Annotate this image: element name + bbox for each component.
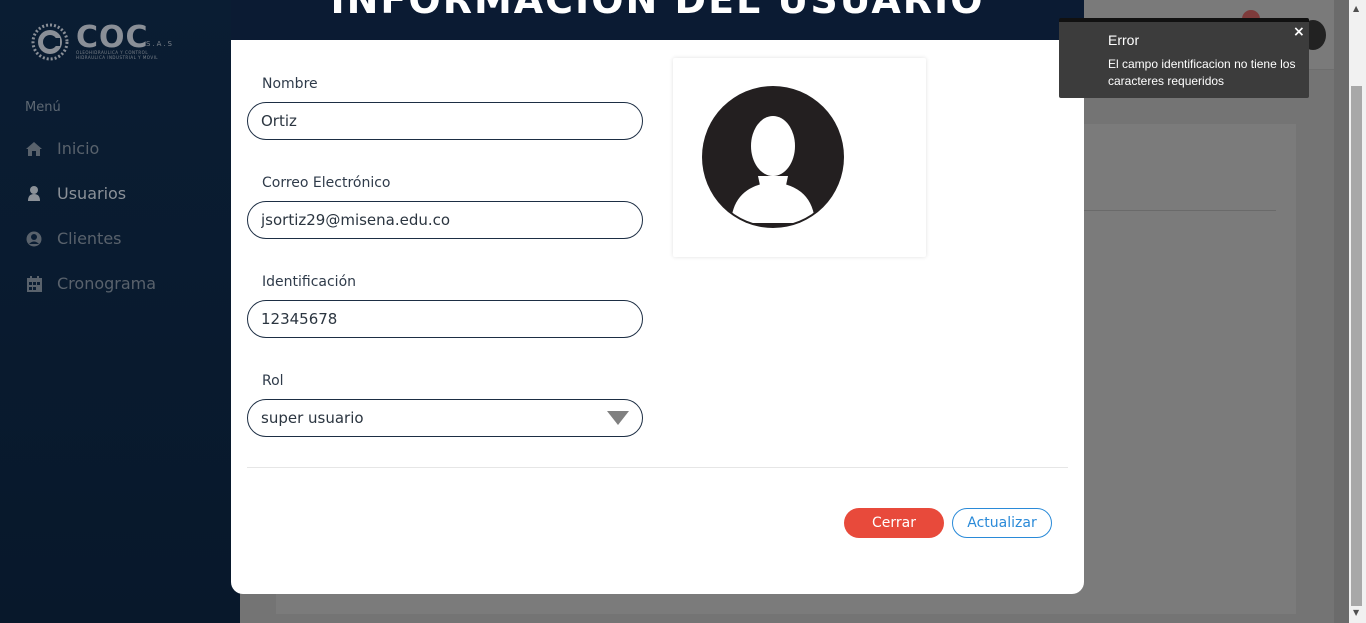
user-info-modal: INFORMACIÓN DEL USUARIO Nombre Correo El… [231, 0, 1084, 594]
user-icon [25, 185, 43, 203]
toast-message: El campo identificacion no tiene los car… [1108, 57, 1296, 88]
sidebar-item-label: Usuarios [57, 184, 127, 203]
profile-photo-card [673, 58, 926, 257]
sidebar-item-cronograma[interactable]: Cronograma [25, 274, 156, 293]
scroll-up-icon[interactable]: ▲ [1353, 4, 1359, 13]
rol-label: Rol [262, 373, 284, 389]
scroll-thumb[interactable] [1351, 86, 1362, 606]
sidebar-item-inicio[interactable]: Inicio [25, 139, 99, 158]
close-button[interactable]: Cerrar [844, 508, 944, 538]
sidebar-item-clientes[interactable]: Clientes [25, 229, 122, 248]
logo-subtitle-2: HIDRAULICA INDUSTRIAL Y MOVIL [76, 55, 159, 60]
menu-label: Menú [25, 100, 61, 115]
modal-divider [247, 467, 1068, 468]
logo-gear-icon [31, 23, 69, 61]
email-field[interactable] [247, 201, 643, 239]
rol-select[interactable]: super usuario [247, 399, 643, 437]
company-logo: COC S.A.S OLEOHIDRAULICA Y CONTROL HIDRA… [30, 16, 180, 66]
sidebar-item-label: Clientes [57, 229, 122, 248]
chevron-down-icon [607, 411, 629, 425]
sidebar: COC S.A.S OLEOHIDRAULICA Y CONTROL HIDRA… [0, 0, 240, 623]
modal-title: INFORMACIÓN DEL USUARIO [330, 0, 985, 22]
logo-sas: S.A.S [146, 40, 175, 48]
rol-select-value: super usuario [261, 409, 364, 427]
update-button[interactable]: Actualizar [952, 508, 1052, 538]
calendar-icon [25, 275, 43, 293]
nombre-label: Nombre [262, 76, 318, 92]
sidebar-item-usuarios[interactable]: Usuarios [25, 184, 126, 203]
identificacion-input[interactable] [247, 300, 643, 338]
sidebar-item-label: Cronograma [57, 274, 157, 293]
correo-label: Correo Electrónico [262, 175, 391, 191]
nombre-input[interactable] [247, 102, 643, 140]
avatar-icon [702, 86, 844, 228]
user-circle-icon [25, 230, 43, 248]
scrollbar[interactable]: ▲ ▼ [1349, 0, 1366, 623]
toast-title: Error [1108, 32, 1140, 48]
modal-header: INFORMACIÓN DEL USUARIO [231, 0, 1084, 40]
home-icon [25, 140, 43, 158]
error-toast: Error El campo identificacion no tiene l… [1059, 18, 1309, 98]
scroll-down-icon[interactable]: ▼ [1353, 608, 1359, 617]
sidebar-item-label: Inicio [57, 139, 100, 158]
identificacion-label: Identificación [262, 274, 357, 290]
close-icon[interactable]: × [1293, 24, 1305, 40]
